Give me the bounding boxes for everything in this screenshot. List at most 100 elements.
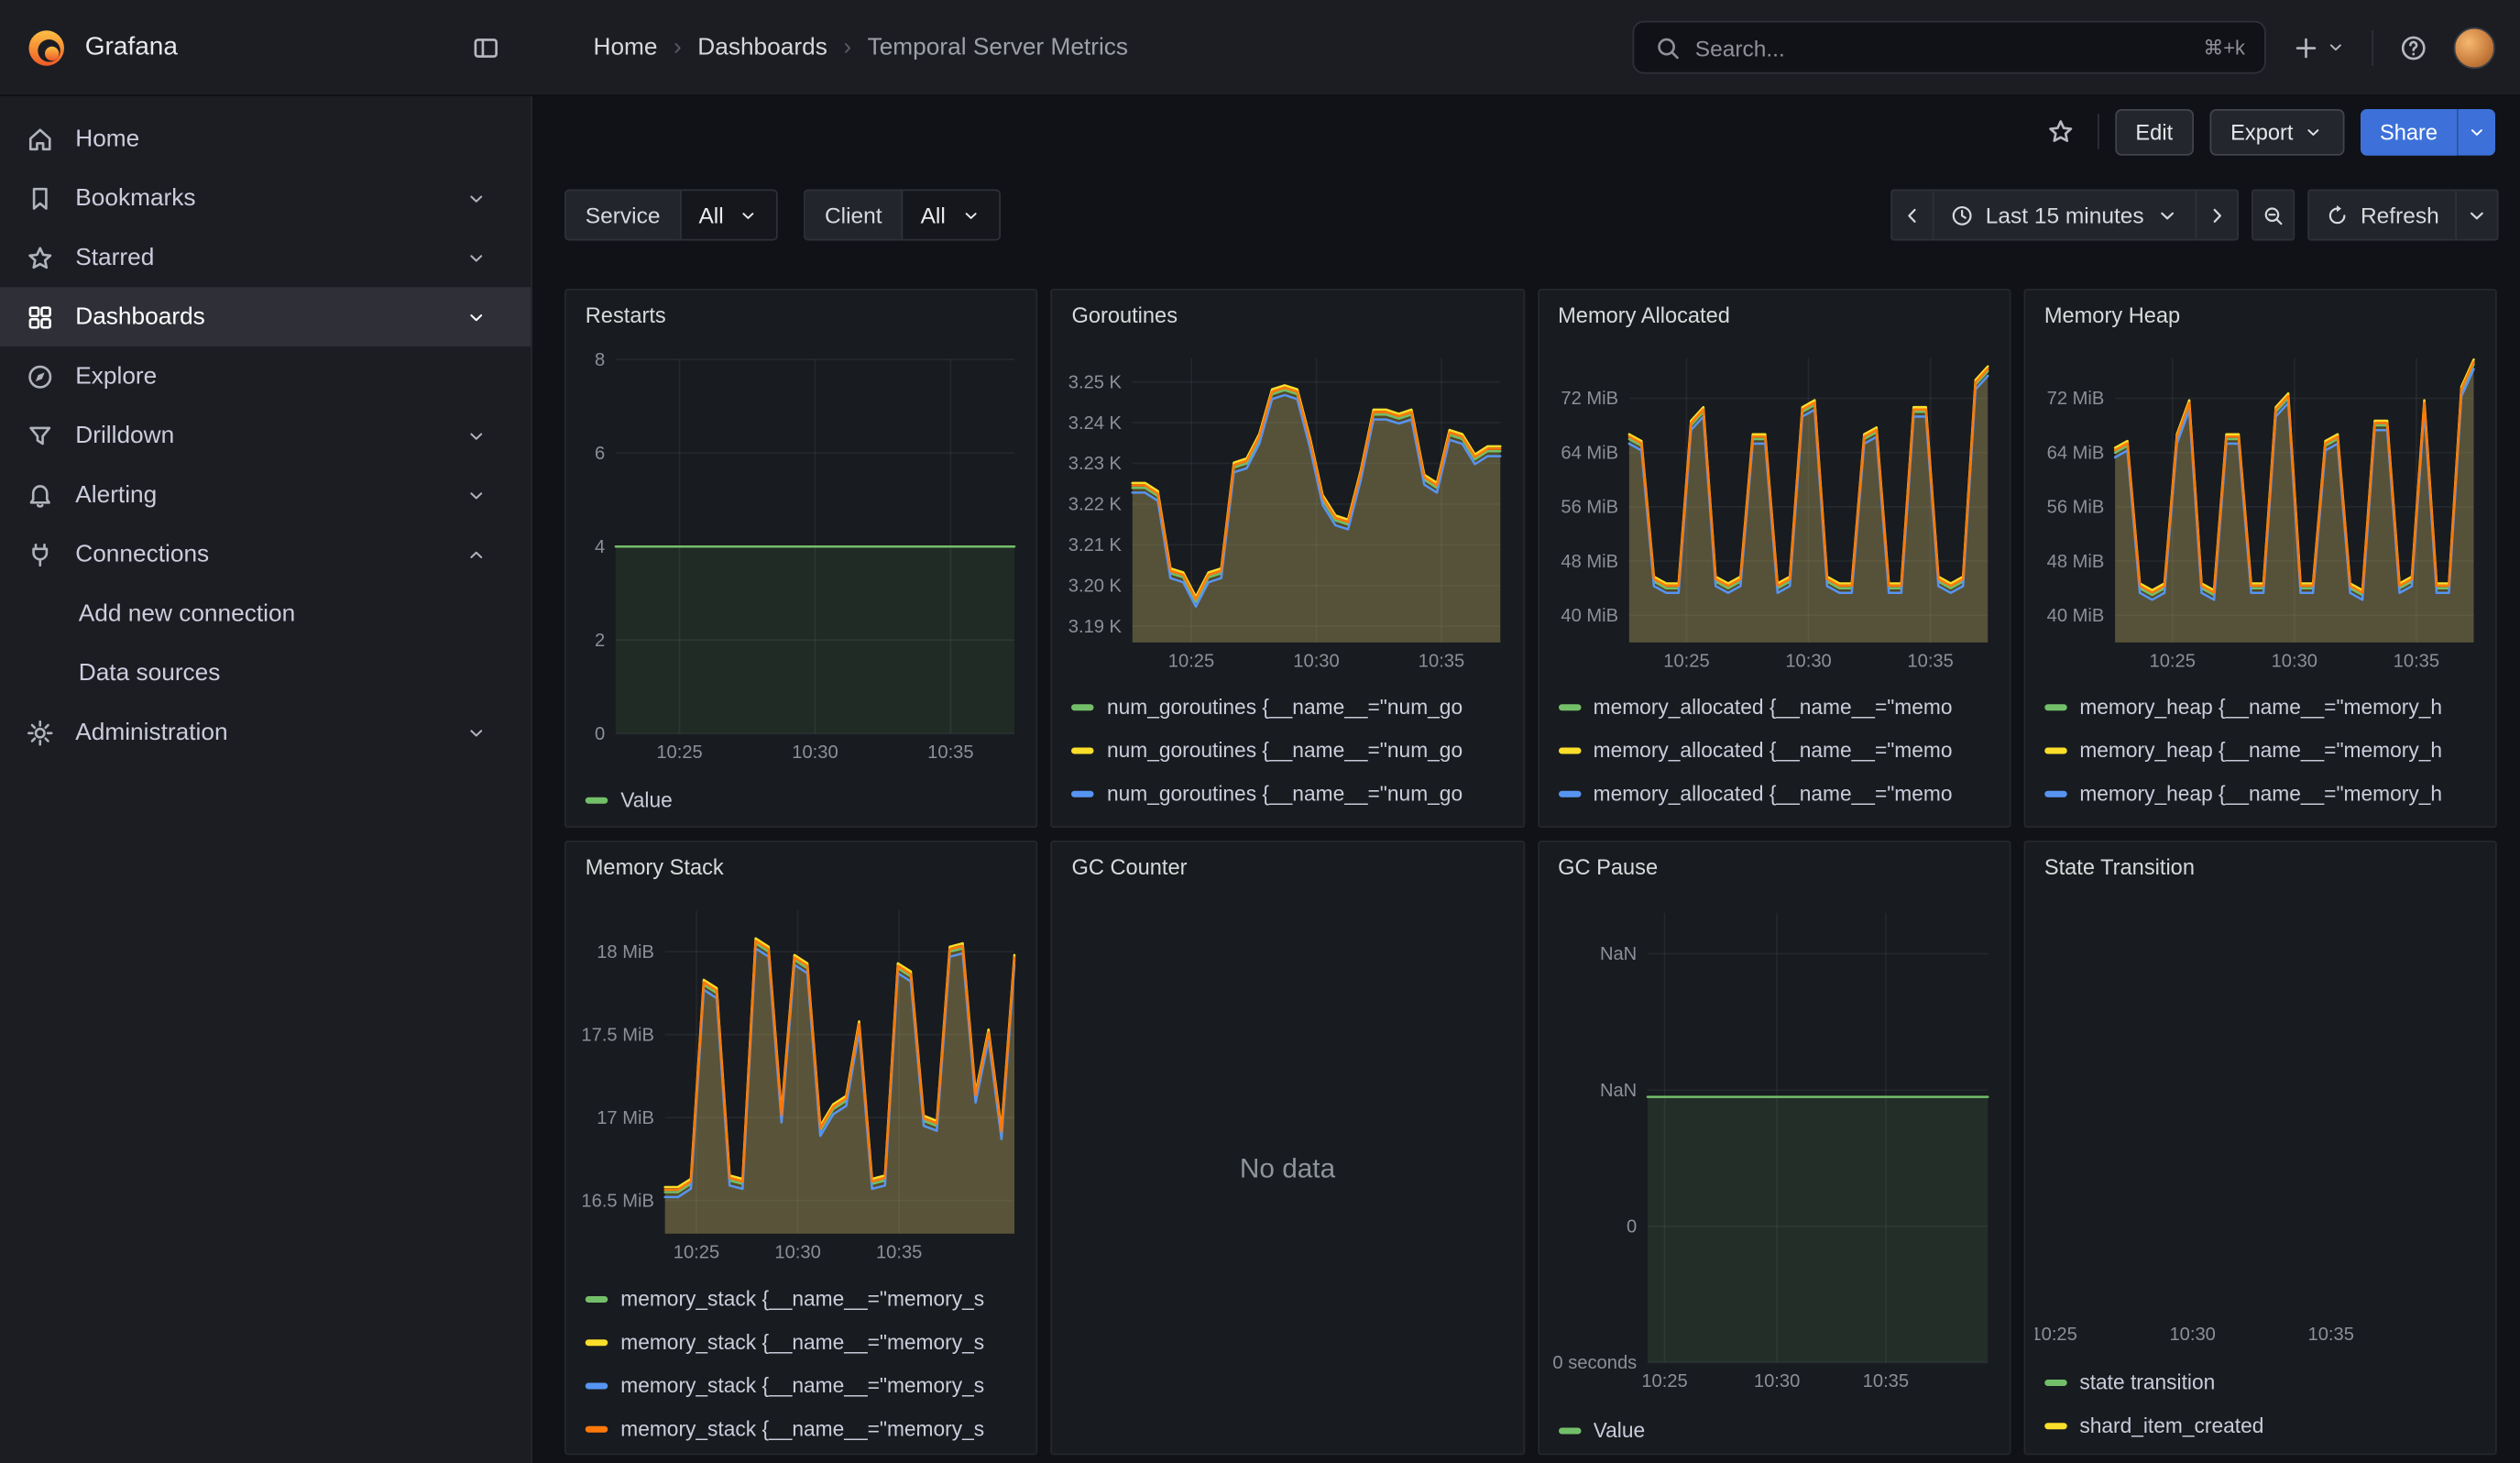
panel-title[interactable]: Memory Stack (566, 842, 1036, 886)
legend-label: Value (620, 787, 673, 811)
legend-item[interactable]: memory_allocated {__name__="memo (1558, 815, 2002, 826)
sidebar-item-drilldown[interactable]: Drilldown (0, 406, 531, 466)
legend-item[interactable]: num_goroutines {__name__="num_go (1071, 772, 1516, 815)
series-color-mark (586, 1425, 608, 1432)
svg-text:10:35: 10:35 (2393, 652, 2438, 672)
brand-area: Grafana (0, 27, 532, 69)
panel-title[interactable]: Memory Allocated (1539, 291, 2009, 334)
add-new-button[interactable] (2285, 27, 2353, 69)
share-menu-button[interactable] (2457, 108, 2495, 155)
legend-item[interactable]: memory_allocated {__name__="memo (1558, 685, 2002, 728)
legend-item[interactable]: num_goroutines {__name__="num_go (1071, 729, 1516, 772)
svg-text:3.22 K: 3.22 K (1068, 495, 1123, 515)
panel-title[interactable]: GC Counter (1052, 842, 1522, 886)
variable-value-dropdown[interactable]: All (679, 190, 778, 241)
search-input[interactable] (1695, 35, 2191, 60)
time-range-button[interactable]: Last 15 minutes (1933, 190, 2197, 241)
panel-title[interactable]: Restarts (566, 291, 1036, 334)
refresh-interval-button[interactable] (2455, 190, 2498, 241)
svg-text:10:25: 10:25 (674, 1243, 719, 1263)
toolbar-divider (2097, 114, 2098, 149)
help-button[interactable] (2393, 27, 2435, 69)
legend-item[interactable]: memory_stack {__name__="memory_s (586, 1320, 1030, 1363)
chart-memory-heap[interactable]: 40 MiB48 MiB56 MiB64 MiB72 MiB10:2510:30… (2034, 337, 2485, 679)
chart-gc-pause[interactable]: 0 seconds0NaNNaN10:2510:3010:35 (1549, 889, 2000, 1402)
legend-item[interactable]: memory_allocated {__name__="memo (1558, 729, 2002, 772)
time-shift-forward-button[interactable] (2196, 190, 2239, 241)
chart-memory-allocated[interactable]: 40 MiB48 MiB56 MiB64 MiB72 MiB10:2510:30… (1549, 337, 2000, 679)
legend-label: memory_heap {__name__="memory_h (2079, 738, 2442, 762)
svg-text:10:35: 10:35 (2307, 1325, 2353, 1345)
sidebar-toggle-button[interactable] (466, 27, 508, 69)
chart-goroutines[interactable]: 3.19 K3.20 K3.21 K3.22 K3.23 K3.24 K3.25… (1062, 337, 1513, 679)
sidebar-item-label: Connections (75, 541, 209, 568)
sidebar-item-home[interactable]: Home (0, 109, 531, 169)
svg-text:10:25: 10:25 (656, 742, 702, 763)
sidebar-item-connections[interactable]: Connections (0, 524, 531, 584)
chart-state-transition[interactable]: 10:2510:3010:35 (2034, 889, 2485, 1355)
legend-item[interactable]: shard_item_created (2044, 1403, 2489, 1446)
chart-area: 0 seconds0NaNNaN10:2510:3010:35 (1539, 886, 2009, 1402)
chart-memory-stack[interactable]: 16.5 MiB17 MiB17.5 MiB18 MiB10:2510:3010… (575, 889, 1026, 1271)
variable-value-dropdown[interactable]: All (902, 190, 1001, 241)
breadcrumb-item-home[interactable]: Home (594, 34, 658, 61)
sidebar-item-explore[interactable]: Explore (0, 346, 531, 406)
grafana-logo-icon[interactable] (26, 27, 68, 69)
legend-label: num_goroutines {__name__="num_go (1107, 738, 1463, 762)
export-button[interactable]: Export (2209, 108, 2344, 155)
svg-text:3.25 K: 3.25 K (1068, 372, 1123, 392)
zoom-out-button[interactable] (2252, 190, 2295, 241)
variable-label: Client (804, 190, 901, 241)
search-box[interactable]: ⌘+k (1633, 21, 2266, 74)
share-button[interactable]: Share (2361, 108, 2457, 155)
legend-item[interactable]: memory_stack {__name__="memory_s (586, 1407, 1030, 1450)
panel-legend: num_goroutines {__name__="num_gonum_goro… (1052, 678, 1522, 826)
sidebar-item-alerting[interactable]: Alerting (0, 466, 531, 525)
chevron-down-icon (2326, 37, 2347, 58)
legend-item[interactable]: num_goroutines {__name__="num_go (1071, 685, 1516, 728)
svg-text:10:30: 10:30 (1294, 652, 1340, 672)
search-icon (1653, 33, 1682, 62)
legend-item[interactable]: memory_allocated {__name__="memo (1558, 772, 2002, 815)
panel-title[interactable]: Memory Heap (2025, 291, 2495, 334)
legend-label: memory_heap {__name__="memory_h (2079, 781, 2442, 805)
legend-item[interactable]: state transition (2044, 1360, 2489, 1403)
legend-item[interactable]: memory_heap {__name__="memory_h (2044, 772, 2489, 815)
avatar[interactable] (2454, 27, 2496, 69)
svg-text:10:30: 10:30 (2271, 652, 2317, 672)
template-variables: ServiceAllClientAll (564, 190, 1000, 241)
panel-title[interactable]: State Transition (2025, 842, 2495, 886)
refresh-button[interactable]: Refresh (2307, 190, 2457, 241)
breadcrumb-item-dashboards[interactable]: Dashboards (697, 34, 827, 61)
legend-item[interactable]: Value (586, 778, 1030, 821)
svg-text:8: 8 (595, 350, 605, 370)
sidebar-item-label: Starred (75, 244, 154, 271)
star-icon (2045, 117, 2075, 147)
compass-icon (26, 362, 55, 391)
svg-text:10:30: 10:30 (1784, 652, 1830, 672)
legend-item[interactable]: memory_stack {__name__="memory_s (586, 1364, 1030, 1407)
panel-legend: Value (566, 772, 1036, 827)
panel-title[interactable]: GC Pause (1539, 842, 2009, 886)
sidebar-item-data-sources[interactable]: Data sources (0, 644, 531, 703)
legend-item[interactable]: memory_heap {__name__="memory_h (2044, 729, 2489, 772)
refresh-button-label: Refresh (2361, 203, 2439, 228)
sidebar-item-administration[interactable]: Administration (0, 703, 531, 763)
legend-item[interactable]: memory_heap {__name__="memory_h (2044, 685, 2489, 728)
legend-item[interactable]: num_goroutines {__name__="num_go (1071, 815, 1516, 826)
sidebar-item-starred[interactable]: Starred (0, 228, 531, 288)
sidebar-item-dashboards[interactable]: Dashboards (0, 287, 531, 346)
legend-item[interactable]: Value (1558, 1409, 2002, 1452)
sidebar-item-add-new-connection[interactable]: Add new connection (0, 584, 531, 644)
time-controls: Last 15 minutes Refresh (1890, 190, 2498, 241)
sidebar-item-bookmarks[interactable]: Bookmarks (0, 169, 531, 228)
panel-title[interactable]: Goroutines (1052, 291, 1522, 334)
svg-text:10:25: 10:25 (1662, 652, 1708, 672)
favorite-star-button[interactable] (2039, 111, 2081, 153)
sidebar-item-label: Drilldown (75, 422, 174, 449)
time-shift-back-button[interactable] (1890, 190, 1934, 241)
legend-item[interactable]: memory_stack {__name__="memory_s (586, 1277, 1030, 1320)
chart-restarts[interactable]: 0246810:2510:3010:35 (575, 337, 1026, 772)
edit-button[interactable]: Edit (2115, 108, 2194, 155)
legend-item[interactable]: memory_heap {__name__="memory_h (2044, 815, 2489, 826)
